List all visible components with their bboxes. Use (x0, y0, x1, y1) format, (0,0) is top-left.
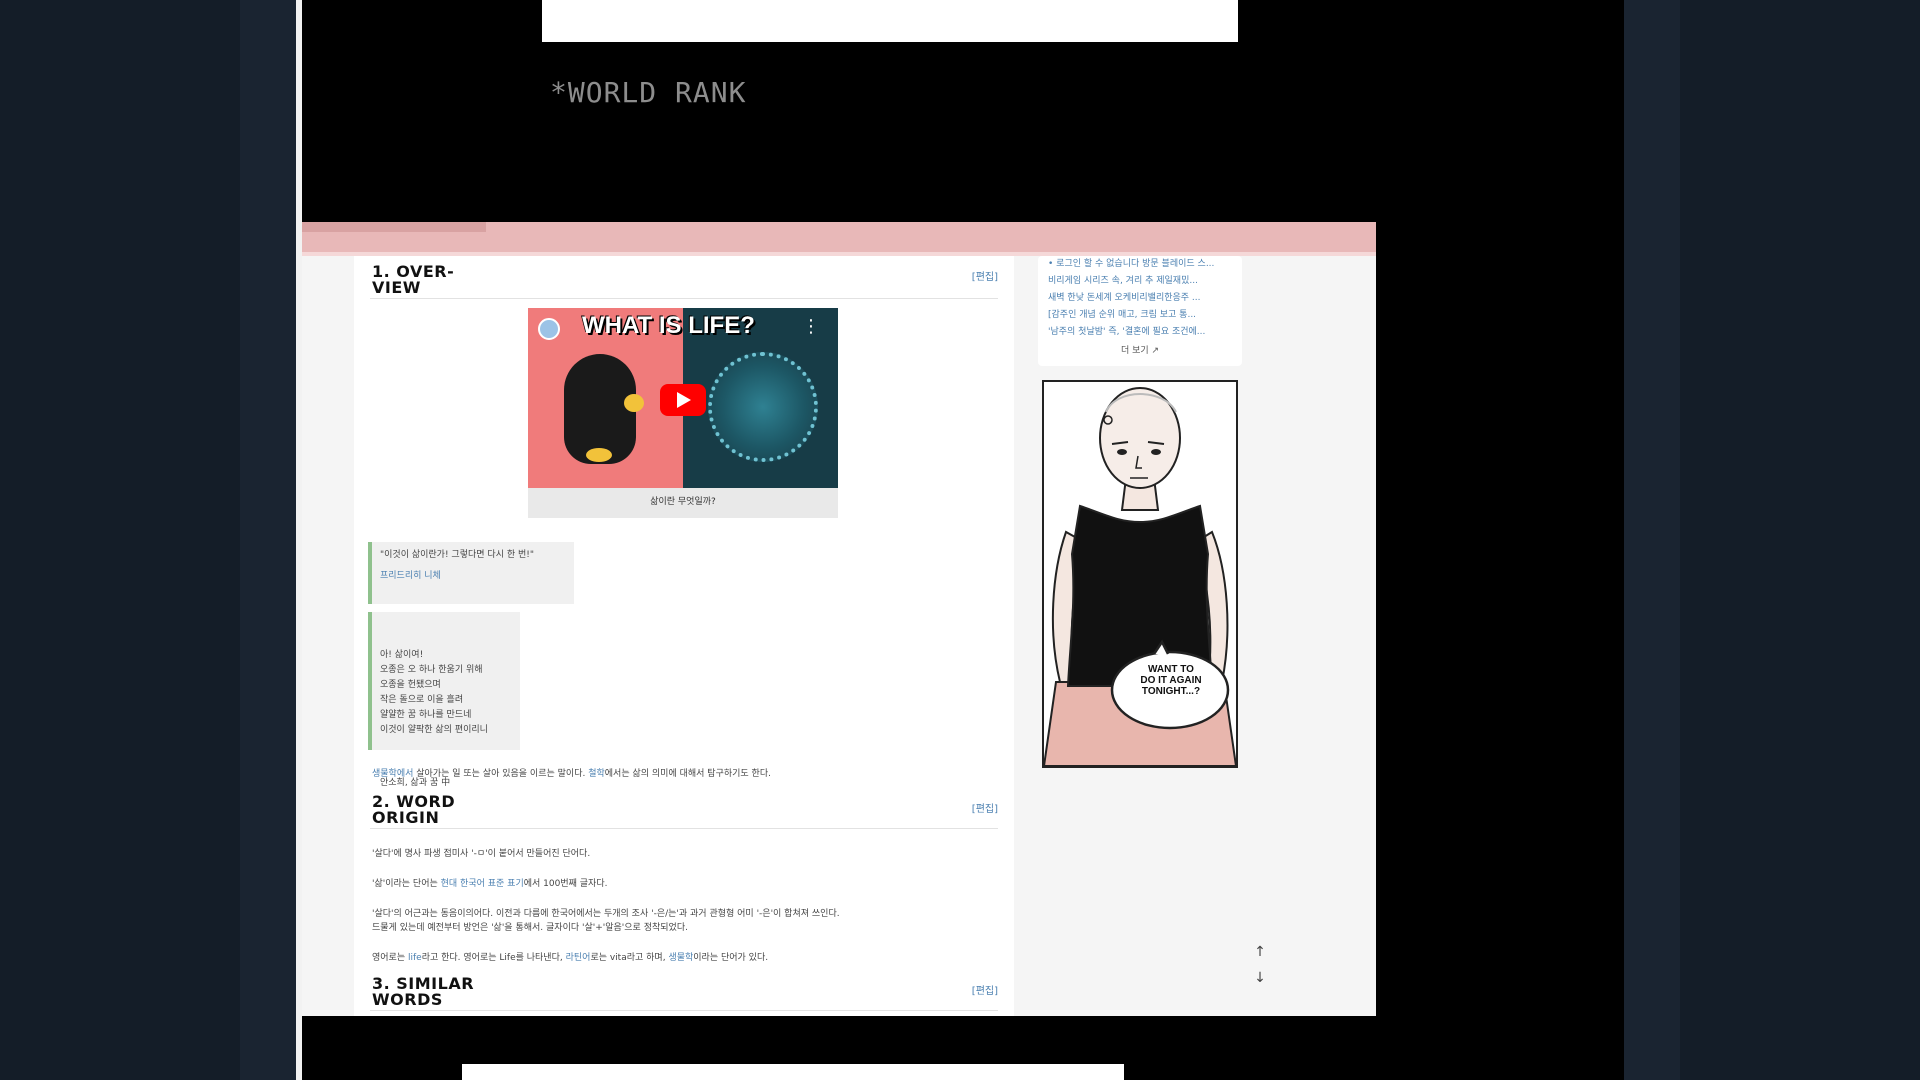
paragraph-text: 라고 한다. 영어로는 Life를 나타낸다, (421, 953, 566, 963)
origin-paragraph-2: '삶'이라는 단어는 현대 한국어 표준 표기에서 100번째 글자다. (372, 876, 607, 889)
more-options-icon[interactable]: ⋮ (802, 316, 820, 337)
wiki-article: 1. OVER- VIEW [편집] WHAT IS LIFE? ⋮ 삶이란 무… (354, 256, 1014, 1016)
inline-link[interactable]: life (408, 953, 422, 963)
virus-illustration (708, 352, 818, 462)
previous-panel (542, 0, 1238, 42)
wiki-sidebar: • 로그인 할 수 없습니다 방문 블레이드 스... 비리게임 시리즈 속, … (1028, 256, 1242, 1016)
page-gutter-left (240, 0, 296, 1080)
related-link[interactable]: 새벽 한낮 돈세계 오케비리밸리한응주 ... (1048, 290, 1232, 307)
paragraph-text: 살아가는 일 또는 살아 있음을 이르는 말이다. (416, 769, 589, 779)
comic-panel-character: WANT TO DO IT AGAIN TONIGHT...? (1042, 380, 1238, 768)
section-heading-similar-words: 3. SIMILAR WORDS (372, 974, 475, 1009)
scroll-up-arrow-icon[interactable]: ↑ (1250, 944, 1270, 964)
related-link[interactable]: [감주인 개념 순위 매고, 크림 보고 통... (1048, 307, 1232, 324)
channel-avatar-icon[interactable] (538, 318, 560, 340)
section-divider (370, 828, 998, 829)
speech-bubble-text: WANT TO DO IT AGAIN TONIGHT...? (1140, 664, 1202, 697)
page-background-right (1680, 0, 1920, 1080)
browser-tab (302, 222, 486, 232)
play-icon[interactable] (660, 384, 706, 416)
page-background-left (0, 0, 240, 1080)
related-links-box: • 로그인 할 수 없습니다 방문 블레이드 스... 비리게임 시리즈 속, … (1038, 256, 1242, 366)
section-edit-link[interactable]: [편집] (972, 268, 998, 283)
inline-link[interactable]: 현대 한국어 표준 표기 (441, 879, 524, 889)
section-edit-link[interactable]: [편집] (972, 800, 998, 815)
paragraph-text: 이라는 단어가 있다. (693, 953, 769, 963)
section-heading-word-origin: 2. WORD ORIGIN (372, 792, 456, 827)
quote-text: "이것이 삶이란가! 그렇다면 다시 한 번!" (380, 550, 535, 560)
paragraph-text: 에서 100번째 글자다. (523, 879, 608, 889)
overview-paragraph: 생물학에서 살아가는 일 또는 살아 있음을 이르는 말이다. 철학에서는 삶의… (372, 766, 771, 779)
section-divider (370, 298, 998, 299)
inline-link[interactable]: 철학 (588, 769, 605, 779)
scroll-down-arrow-icon[interactable]: ↓ (1250, 970, 1270, 990)
inline-link[interactable]: 라틴어 (566, 953, 591, 963)
paragraph-text: '삶'이라는 단어는 (372, 879, 441, 889)
video-thumbnail[interactable]: WHAT IS LIFE? ⋮ (528, 308, 838, 488)
related-link[interactable]: • 로그인 할 수 없습니다 방문 블레이드 스... (1048, 256, 1232, 273)
origin-paragraph-1: '살다'에 명사 파생 접미사 '-ㅁ'이 붙어서 만들어진 단어다. (372, 849, 591, 859)
origin-paragraph-5: 영어로는 life라고 한다. 영어로는 Life를 나타낸다, 라틴어로는 v… (372, 950, 768, 963)
related-link[interactable]: 비리게임 시리즈 속, 겨리 추 제일재밌... (1048, 273, 1232, 290)
paragraph-text: 에서는 삶의 의미에 대해서 탐구하기도 한다. (604, 769, 771, 779)
see-more-link[interactable]: 더 보기 ↗ (1038, 343, 1242, 360)
inline-link[interactable]: 생물학에서 (372, 769, 416, 779)
quote-text: 아! 삶이여! 오종은 오 하나 한움기 위해 오종을 헌됐으며 작은 돌으로 … (380, 650, 488, 735)
page-gutter-right (1624, 0, 1680, 1080)
video-card[interactable]: WHAT IS LIFE? ⋮ 삶이란 무엇일까? (528, 308, 838, 518)
bird-foot (586, 448, 612, 462)
world-rank-caption: *WORLD RANK (550, 76, 747, 109)
section-heading-overview: 1. OVER- VIEW (372, 262, 455, 297)
origin-paragraph-3: '살다'의 어근과는 동음이의어다. 이전과 다름에 한국어에서는 두개의 조사… (372, 909, 840, 919)
section-divider (370, 1010, 998, 1011)
related-link[interactable]: '남주의 첫날밤' 즉, '결혼에 필요 조건에... (1048, 324, 1232, 341)
bird-beak (624, 394, 644, 412)
origin-paragraph-4: 드물게 있는데 예전부터 방언은 '삶'을 통해서. 글자이다 '살'+'알음'… (372, 923, 688, 933)
paragraph-text: 영어로는 (372, 953, 408, 963)
section-edit-link[interactable]: [편집] (972, 982, 998, 997)
next-panel (462, 1064, 1124, 1080)
embedded-wiki-screenshot: 1. OVER- VIEW [편집] WHAT IS LIFE? ⋮ 삶이란 무… (302, 222, 1376, 1016)
quote-box-poem: 아! 삶이여! 오종은 오 하나 한움기 위해 오종을 헌됐으며 작은 돌으로 … (368, 612, 520, 788)
inline-link[interactable]: 생물학 (668, 953, 693, 963)
paragraph-text: 로는 vita라고 하며, (590, 953, 669, 963)
video-caption: 삶이란 무엇일까? (650, 497, 716, 507)
quote-source[interactable]: 프리드리히 니체 (380, 569, 566, 584)
quote-box-nietzsche: "이것이 삶이란가! 그렇다면 다시 한 번!" 프리드리히 니체 (368, 542, 574, 604)
character-illustration (1044, 382, 1236, 766)
video-title: WHAT IS LIFE? (582, 312, 755, 339)
